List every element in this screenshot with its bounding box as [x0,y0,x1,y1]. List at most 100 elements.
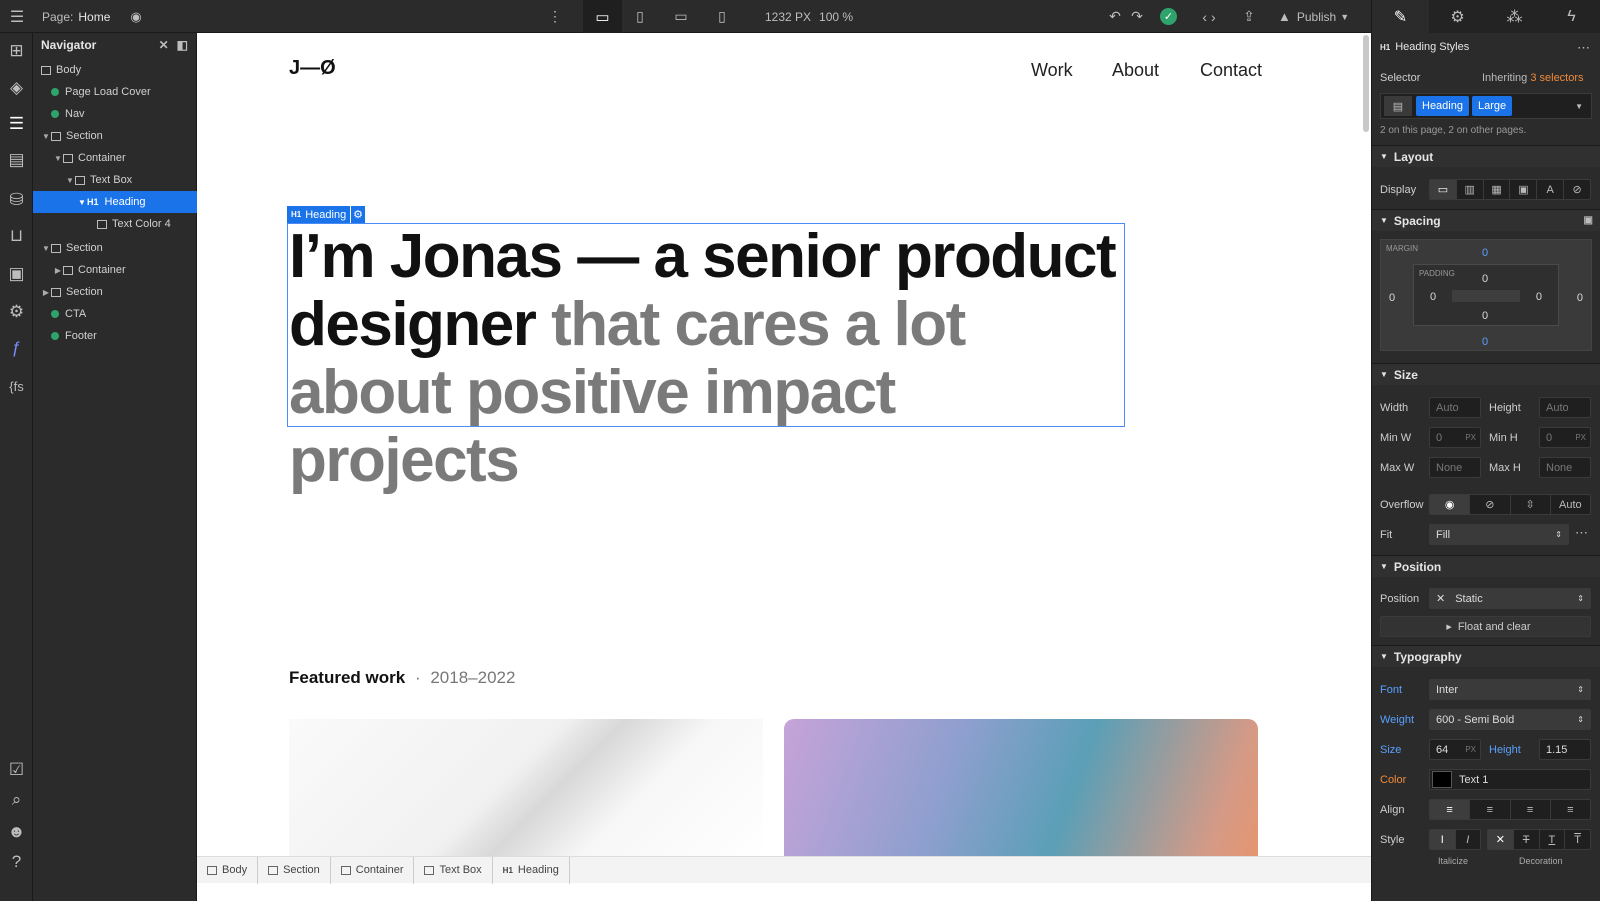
element-settings-gear-icon[interactable]: ⚙ [350,206,365,223]
mobile-portrait-breakpoint-icon[interactable]: ▯ [712,0,732,33]
caret-down-icon[interactable]: ▼ [53,154,63,163]
breadcrumb-section[interactable]: Section [258,856,331,884]
canvas-scrollbar[interactable] [1363,35,1369,132]
site-nav-about[interactable]: About [1112,60,1159,81]
collapse-icon[interactable]: ✕ [159,38,169,52]
overflow-hidden-icon[interactable]: ⊘ [1470,495,1511,514]
settings-icon[interactable]: ⚙ [0,297,33,327]
padding-top[interactable]: 0 [1482,273,1488,285]
more-vertical-icon[interactable]: ⋮ [548,0,562,33]
tasks-icon[interactable]: ☑ [0,755,33,785]
site-nav-contact[interactable]: Contact [1200,60,1262,81]
typography-section-header[interactable]: ▼ Typography [1372,645,1600,667]
breadcrumb-text-box[interactable]: Text Box [414,856,493,884]
tree-item-container[interactable]: ▶ Container [33,259,197,281]
display-grid-icon[interactable]: ▦ [1484,180,1511,199]
overflow-visible-eye-icon[interactable]: ◉ [1430,495,1471,514]
breadcrumb-heading[interactable]: H1 Heading [493,856,570,884]
tree-item-container[interactable]: ▼ Container [33,147,197,169]
search-icon[interactable]: ⌕ [0,785,33,815]
components-icon[interactable]: ◈ [0,73,33,103]
style-brush-icon[interactable]: ✎ [1372,0,1429,33]
fit-select[interactable]: Fill ⇕ [1429,524,1569,545]
code-export-icon[interactable]: ‹ › [1198,0,1220,33]
hamburger-menu-icon[interactable]: ☰ [6,0,28,33]
project-card-image-1[interactable] [289,719,763,859]
size-section-header[interactable]: ▼ Size [1372,363,1600,385]
desktop-breakpoint-icon[interactable]: ▭ [583,0,622,33]
position-section-header[interactable]: ▼ Position [1372,555,1600,577]
font-size-input[interactable]: 64 PX [1429,739,1481,760]
min-height-input[interactable]: 0 PX [1539,427,1591,448]
share-icon[interactable]: ⇪ [1238,0,1260,33]
app-fs-icon[interactable]: {fs [0,371,33,401]
position-select[interactable]: ✕ Static ⇕ [1429,588,1591,609]
weight-select[interactable]: 600 - Semi Bold ⇕ [1429,709,1591,730]
min-width-input[interactable]: 0 PX [1429,427,1481,448]
caret-down-icon[interactable]: ▼ [41,244,51,253]
align-justify-icon[interactable]: ≡ [1551,800,1590,819]
tree-item-section[interactable]: ▶ Section [33,281,197,303]
overflow-auto-button[interactable]: Auto [1551,495,1590,514]
spacing-section-header[interactable]: ▼ Spacing ▣ [1372,209,1600,231]
display-inline-block-icon[interactable]: ▣ [1510,180,1538,199]
site-logo[interactable]: J—Ø [289,57,336,80]
publish-button[interactable]: ▲ Publish ▼ [1278,0,1349,33]
more-options-icon[interactable]: ⋯ [1577,40,1590,56]
project-card-image-2[interactable] [784,719,1258,859]
selector-field[interactable]: ▤ Heading Large ▼ [1380,93,1592,119]
page-selector[interactable]: Page: Home [42,0,110,33]
underline-icon[interactable]: T [1540,830,1566,849]
breadcrumb-body[interactable]: Body [197,856,259,884]
class-pill-large[interactable]: Large [1471,96,1513,116]
display-block-icon[interactable]: ▭ [1430,180,1457,199]
align-left-icon[interactable]: ≡ [1430,800,1471,819]
mobile-landscape-breakpoint-icon[interactable]: ▭ [668,0,694,33]
tree-item-section[interactable]: ▼ Section [33,237,197,259]
display-flex-icon[interactable]: ▥ [1457,180,1484,199]
layout-section-header[interactable]: ▼ Layout [1372,145,1600,167]
tree-item-page-load-cover[interactable]: Page Load Cover [33,81,197,103]
pages-icon[interactable]: ▤ [0,145,33,175]
cms-icon[interactable]: ⛁ [0,185,33,215]
caret-right-icon[interactable]: ▶ [41,288,51,297]
style-manager-icon[interactable]: ⁂ [1486,0,1543,33]
padding-left[interactable]: 0 [1430,291,1436,303]
padding-bottom[interactable]: 0 [1482,310,1488,322]
margin-left[interactable]: 0 [1389,292,1395,304]
selected-element-tag[interactable]: H1 Heading [287,206,351,223]
margin-right[interactable]: 0 [1577,292,1583,304]
max-height-input[interactable]: None [1539,457,1591,478]
site-nav-work[interactable]: Work [1031,60,1073,81]
dock-panel-icon[interactable]: ◧ [177,38,188,52]
line-height-input[interactable]: 1.15 [1539,739,1591,760]
breadcrumb-container[interactable]: Container [331,856,415,884]
caret-down-icon[interactable]: ▼ [41,132,51,141]
class-pill-heading[interactable]: Heading [1416,96,1469,116]
italic-off-icon[interactable]: I [1430,830,1456,849]
font-select[interactable]: Inter ⇕ [1429,679,1591,700]
interactions-icon[interactable]: ϟ [1543,0,1600,33]
align-right-icon[interactable]: ≡ [1511,800,1551,819]
decoration-none-icon[interactable]: ✕ [1488,830,1514,849]
margin-bottom[interactable]: 0 [1482,336,1488,348]
element-settings-icon[interactable]: ⚙ [1429,0,1486,33]
redo-icon[interactable]: ↷ [1128,0,1146,33]
width-input[interactable]: Auto [1429,397,1481,418]
max-width-input[interactable]: None [1429,457,1481,478]
display-none-icon[interactable]: ⊘ [1564,180,1590,199]
preview-eye-icon[interactable]: ◉ [127,0,145,33]
overflow-scroll-icon[interactable]: ⇳ [1511,495,1551,514]
tree-item-text-box[interactable]: ▼ Text Box [33,169,197,191]
display-inline-icon[interactable]: A [1537,180,1565,199]
color-swatch[interactable] [1432,771,1452,788]
app-f-icon[interactable]: ƒ [0,333,33,363]
users-icon[interactable]: ☻ [0,817,33,847]
align-center-icon[interactable]: ≡ [1470,800,1511,819]
tree-item-body[interactable]: Body [33,59,197,81]
tree-item-nav[interactable]: Nav [33,103,197,125]
selector-options-icon[interactable]: ▤ [1384,96,1412,116]
padding-right[interactable]: 0 [1536,291,1542,303]
assets-icon[interactable]: ▣ [0,259,33,289]
tree-item-section[interactable]: ▼ Section [33,125,197,147]
